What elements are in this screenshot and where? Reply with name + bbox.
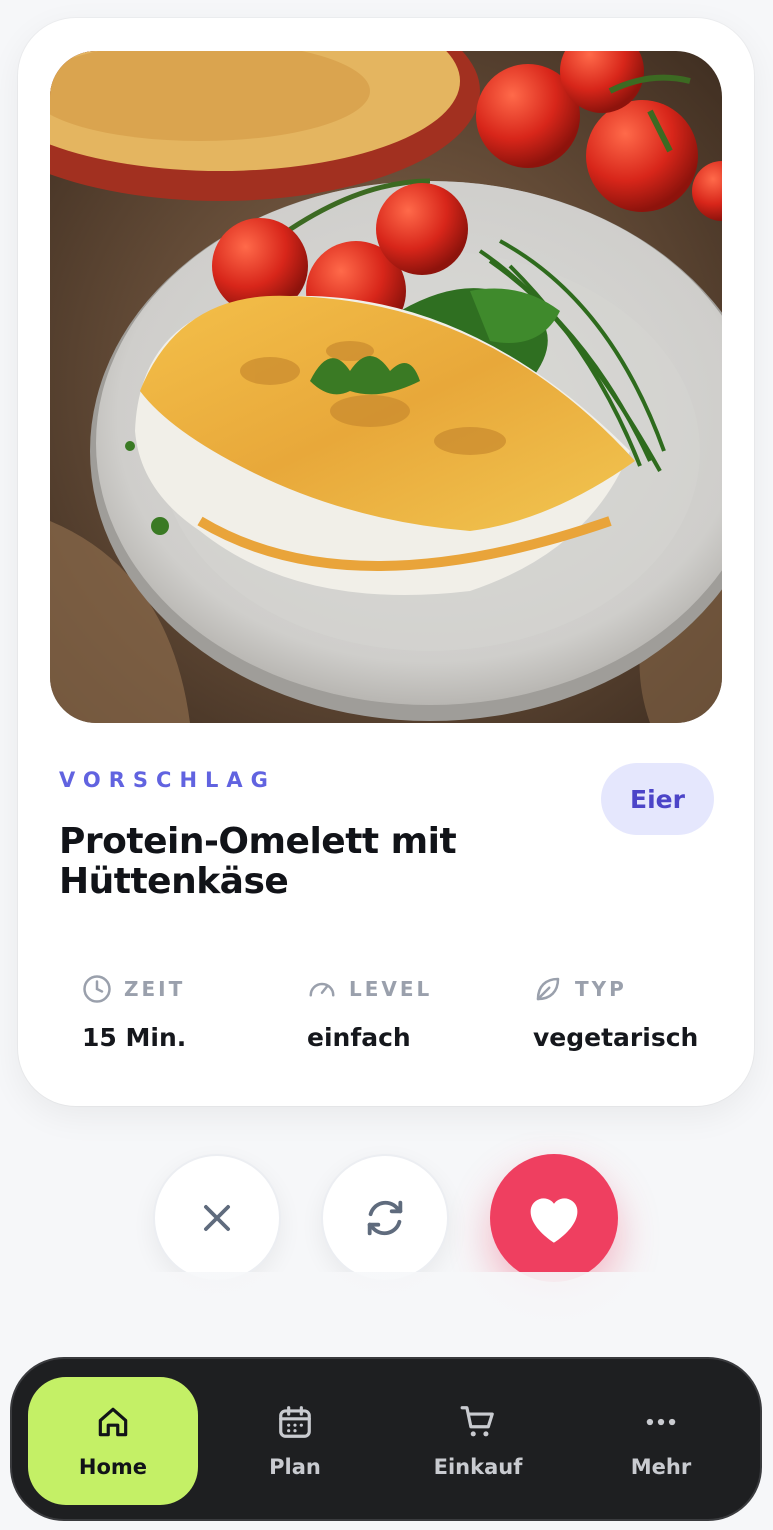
meta-time-value: 15 Min. <box>82 1023 187 1052</box>
clock-icon <box>83 975 111 1003</box>
home-icon <box>98 1407 128 1437</box>
nav-einkauf[interactable]: Einkauf <box>393 1377 563 1505</box>
leaf-icon <box>536 977 560 1001</box>
nav-home-label: Home <box>78 1455 148 1479</box>
recipe-photo <box>50 51 722 723</box>
meta-type-value: vegetarisch <box>533 1023 699 1052</box>
dismiss-button[interactable] <box>153 1154 281 1282</box>
refresh-button[interactable] <box>321 1154 449 1282</box>
close-icon <box>204 1205 230 1231</box>
calendar-icon <box>279 1406 311 1438</box>
heart-icon <box>530 1198 578 1243</box>
meta-time: ZEIT 15 Min. <box>82 973 186 1052</box>
recipe-image <box>50 51 722 723</box>
more-icon <box>646 1418 676 1426</box>
nav-plan[interactable]: Plan <box>210 1377 380 1505</box>
bottom-fade <box>0 1272 773 1362</box>
recipe-title: Protein-Omelett mit Hüttenkäse <box>59 821 457 902</box>
nav-mehr-label: Mehr <box>630 1455 692 1479</box>
category-chip[interactable]: Eier <box>601 763 714 835</box>
bottom-nav: Home Plan Einkauf Mehr <box>10 1357 762 1521</box>
nav-einkauf-label: Einkauf <box>433 1455 523 1479</box>
nav-home[interactable]: Home <box>28 1377 198 1505</box>
recipe-card[interactable]: VORSCHLAG Eier Protein-Omelett mit Hütte… <box>18 18 754 1106</box>
suggestion-label: VORSCHLAG <box>59 768 276 792</box>
nav-plan-label: Plan <box>269 1455 321 1479</box>
meta-time-label: ZEIT <box>124 977 186 1001</box>
swipe-actions <box>0 1154 773 1282</box>
meta-level: LEVEL einfach <box>307 973 432 1052</box>
meta-level-label: LEVEL <box>349 977 433 1001</box>
meta-type: TYP vegetarisch <box>533 973 698 1052</box>
like-button[interactable] <box>490 1154 618 1282</box>
refresh-icon <box>367 1200 403 1236</box>
nav-mehr[interactable]: Mehr <box>576 1377 746 1505</box>
cart-icon <box>460 1406 494 1437</box>
meta-level-value: einfach <box>307 1023 411 1052</box>
meta-type-label: TYP <box>575 977 627 1001</box>
gauge-icon <box>309 982 335 997</box>
